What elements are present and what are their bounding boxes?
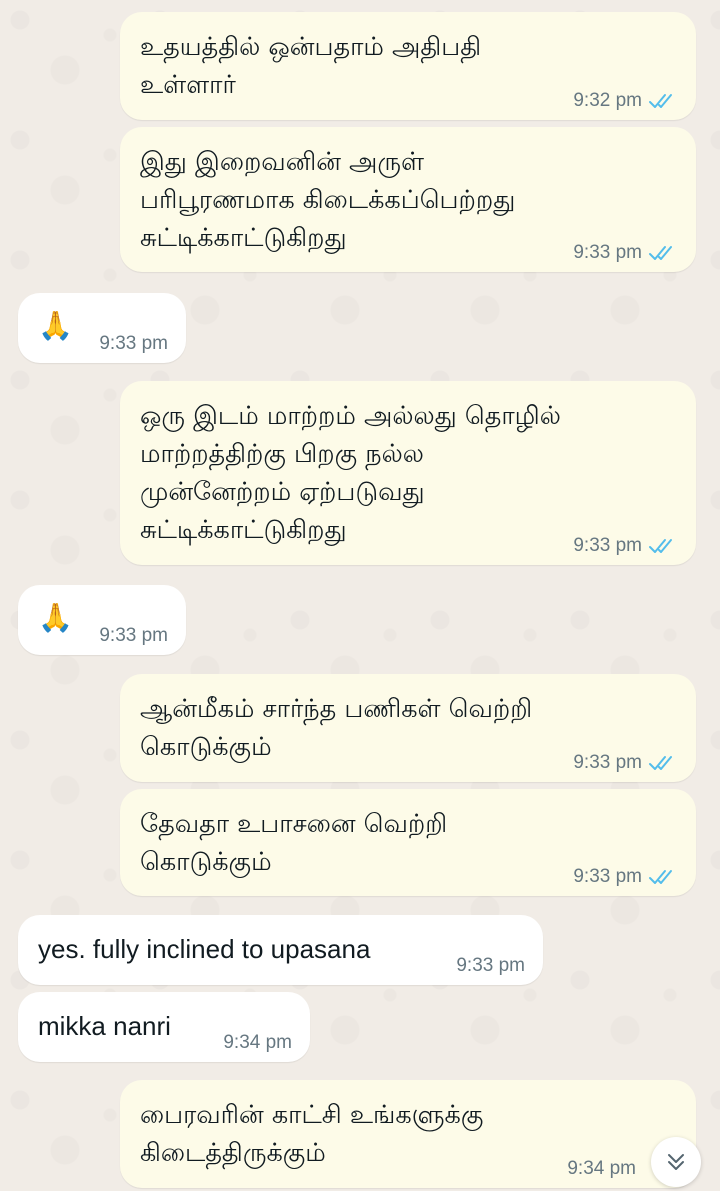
double-check-icon xyxy=(649,756,672,770)
message-bubble-incoming[interactable]: yes. fully inclined to upasana 9:33 pm xyxy=(18,915,543,985)
message-bubble-incoming[interactable]: 🙏 9:33 pm xyxy=(18,585,186,655)
message-time: 9:34 pm xyxy=(223,1032,292,1053)
folded-hands-emoji: 🙏 xyxy=(38,309,73,342)
message-time: 9:33 pm xyxy=(99,333,168,354)
message-meta: 9:33 pm xyxy=(99,625,168,647)
message-text: ஒரு இடம் மாற்றம் அல்லது தொழில் மாற்றத்தி… xyxy=(140,401,561,545)
message-meta: 9:33 pm xyxy=(456,955,525,977)
message-meta: 9:32 pm xyxy=(573,90,678,112)
message-time: 9:33 pm xyxy=(573,242,642,263)
message-bubble-outgoing[interactable]: இது இறைவனின் அருள் பரிபூரணமாக கிடைக்கப்ப… xyxy=(120,127,696,272)
message-meta: 9:33 pm xyxy=(573,752,678,774)
message-bubble-outgoing[interactable]: ஆன்மீகம் சார்ந்த பணிகள் வெற்றி கொடுக்கும… xyxy=(120,674,696,782)
message-text: yes. fully inclined to upasana xyxy=(38,934,371,964)
message-bubble-incoming[interactable]: 🙏 9:33 pm xyxy=(18,293,186,363)
message-bubble-outgoing[interactable]: ஒரு இடம் மாற்றம் அல்லது தொழில் மாற்றத்தி… xyxy=(120,381,696,565)
double-check-icon xyxy=(649,94,672,108)
message-meta: 9:33 pm xyxy=(573,535,678,557)
message-bubble-outgoing[interactable]: தேவதா உபாசனை வெற்றி கொடுக்கும் 9:33 pm xyxy=(120,789,696,896)
double-check-icon xyxy=(649,246,672,260)
message-time: 9:32 pm xyxy=(573,90,642,111)
double-chevron-down-icon xyxy=(668,1154,684,1170)
message-text: இது இறைவனின் அருள் பரிபூரணமாக கிடைக்கப்ப… xyxy=(140,147,516,253)
scroll-to-bottom-button[interactable] xyxy=(651,1137,701,1187)
message-bubble-outgoing[interactable]: பைரவரின் காட்சி உங்களுக்கு கிடைத்திருக்க… xyxy=(120,1080,696,1188)
message-meta: 9:34 pm xyxy=(567,1158,636,1180)
message-meta: 9:33 pm xyxy=(99,333,168,355)
message-time: 9:33 pm xyxy=(456,955,525,976)
double-check-icon xyxy=(649,870,672,884)
message-time: 9:33 pm xyxy=(573,535,642,556)
message-time: 9:34 pm xyxy=(567,1158,636,1179)
message-time: 9:33 pm xyxy=(99,625,168,646)
message-bubble-incoming[interactable]: mikka nanri 9:34 pm xyxy=(18,992,310,1062)
message-meta: 9:33 pm xyxy=(573,866,678,888)
message-meta: 9:33 pm xyxy=(573,242,678,264)
message-bubble-outgoing[interactable]: உதயத்தில் ஒன்பதாம் அதிபதி உள்ளார் 9:32 p… xyxy=(120,12,696,120)
folded-hands-emoji: 🙏 xyxy=(38,601,73,634)
double-check-icon xyxy=(649,539,672,553)
message-meta: 9:34 pm xyxy=(223,1032,292,1054)
message-time: 9:33 pm xyxy=(573,866,642,887)
message-time: 9:33 pm xyxy=(573,752,642,773)
